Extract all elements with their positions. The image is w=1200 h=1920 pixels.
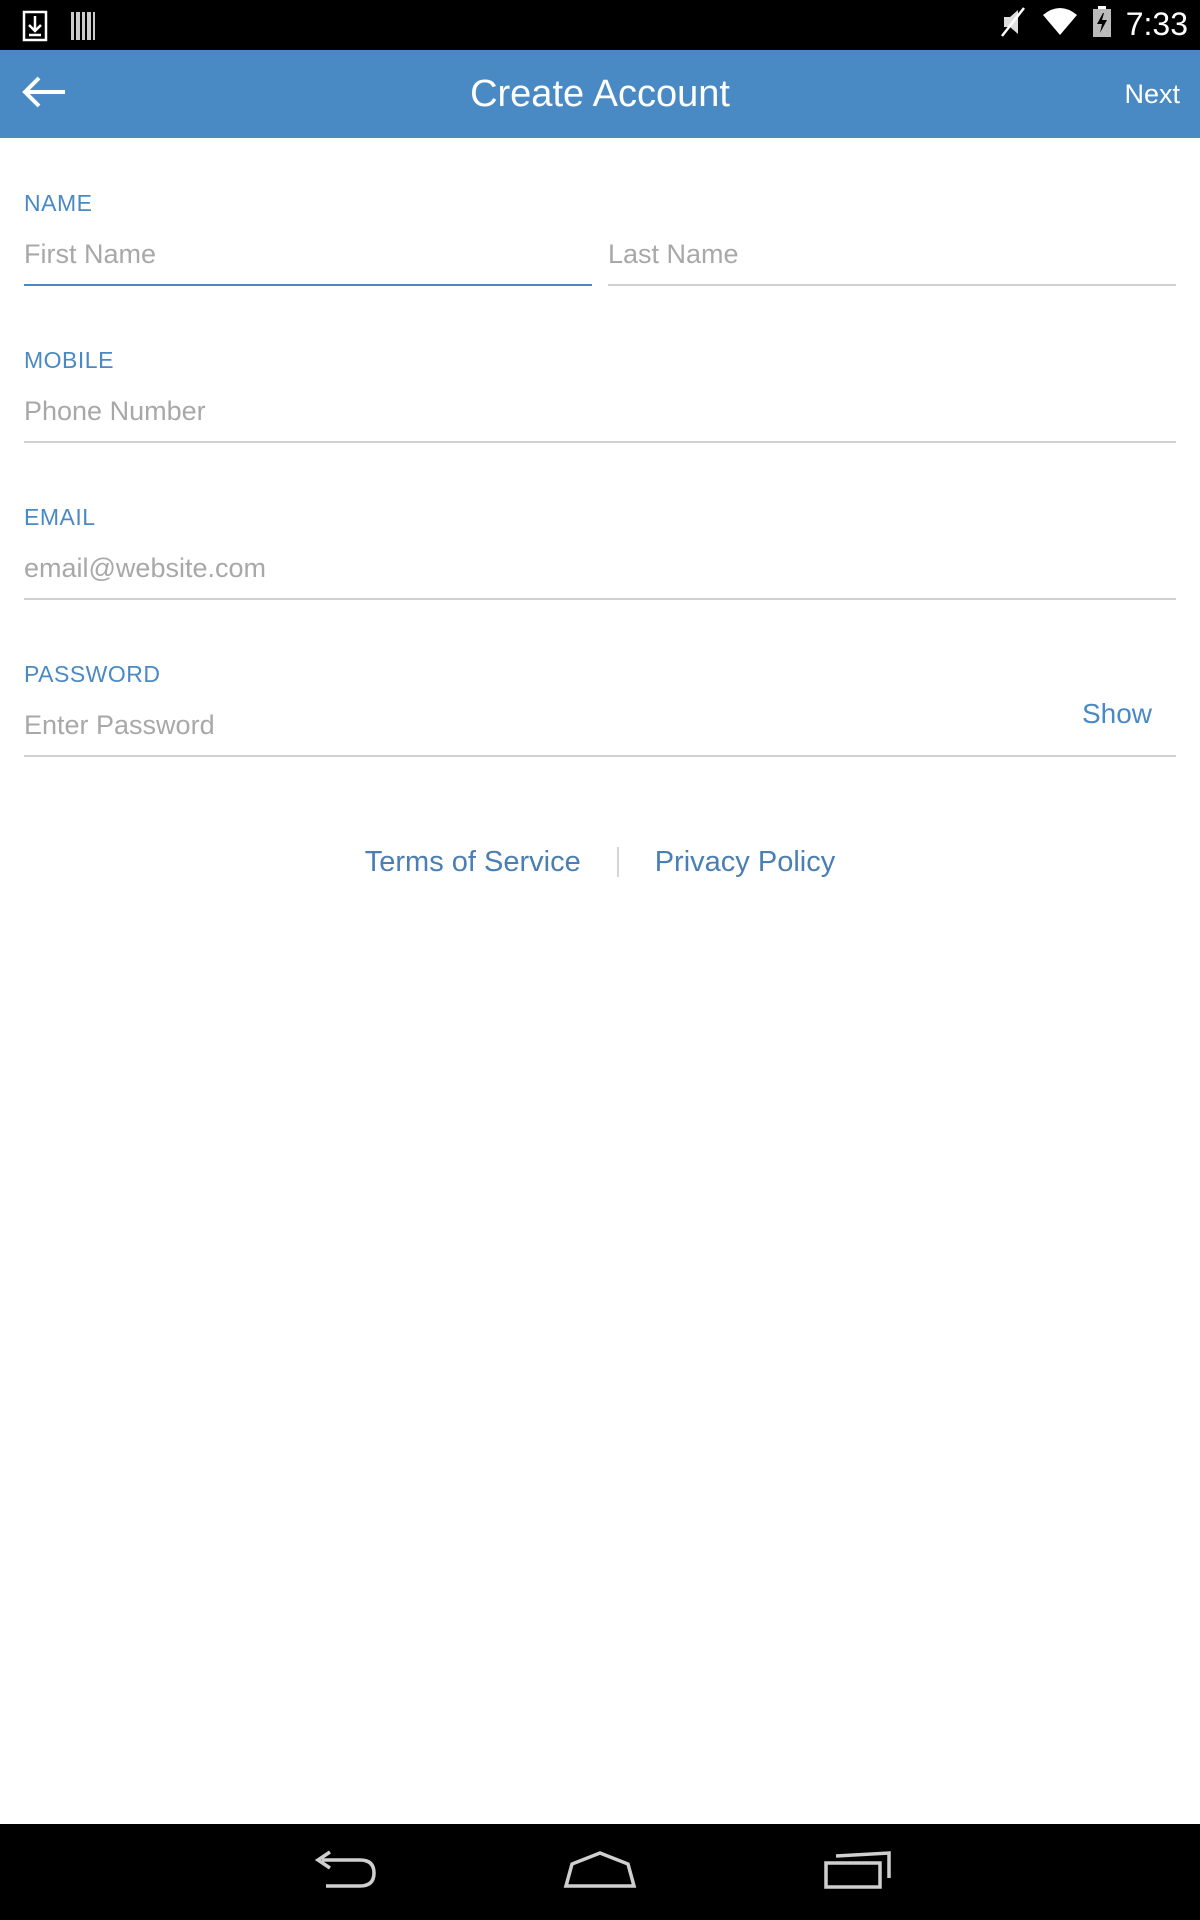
next-button[interactable]: Next [1124, 50, 1180, 138]
last-name-field [608, 230, 1176, 286]
recent-apps-icon [823, 1850, 893, 1895]
name-label: NAME [24, 190, 93, 216]
terms-of-service-link[interactable]: Terms of Service [365, 846, 581, 879]
page-title: Create Account [470, 73, 730, 115]
password-label: PASSWORD [24, 661, 161, 687]
nav-back-button[interactable] [303, 1848, 383, 1896]
back-arrow-icon [21, 75, 67, 114]
create-account-screen: 7:33 Create Account Next NAME MOBILE EMA… [0, 0, 1200, 1920]
wifi-icon [1042, 7, 1078, 42]
home-icon [562, 1850, 638, 1895]
status-right-icons: 7:33 [998, 6, 1188, 43]
link-divider [616, 847, 619, 877]
first-name-input[interactable] [24, 230, 592, 284]
download-icon [22, 10, 48, 47]
show-password-button[interactable]: Show [1082, 698, 1152, 730]
email-label: EMAIL [24, 504, 96, 530]
status-time: 7:33 [1125, 6, 1188, 42]
status-left-icons [22, 10, 96, 47]
phone-number-input[interactable] [24, 387, 1176, 441]
app-bar: Create Account Next [0, 50, 1200, 138]
status-bar: 7:33 [0, 0, 1200, 50]
password-field [24, 701, 1176, 757]
back-icon [308, 1850, 378, 1895]
last-name-input[interactable] [608, 230, 1176, 284]
password-input[interactable] [24, 701, 1176, 755]
nav-recent-apps-button[interactable] [818, 1848, 898, 1896]
legal-links: Terms of Service Privacy Policy [0, 838, 1200, 886]
navigation-bar [0, 1824, 1200, 1920]
mute-icon [998, 6, 1028, 43]
back-button[interactable] [14, 64, 74, 124]
privacy-policy-link[interactable]: Privacy Policy [655, 846, 836, 879]
first-name-field [24, 230, 592, 286]
phone-field [24, 387, 1176, 443]
nav-home-button[interactable] [560, 1848, 640, 1896]
email-input[interactable] [24, 544, 1176, 598]
barcode-icon [70, 11, 96, 46]
email-field [24, 544, 1176, 600]
mobile-label: MOBILE [24, 347, 114, 373]
battery-charging-icon [1092, 6, 1112, 43]
